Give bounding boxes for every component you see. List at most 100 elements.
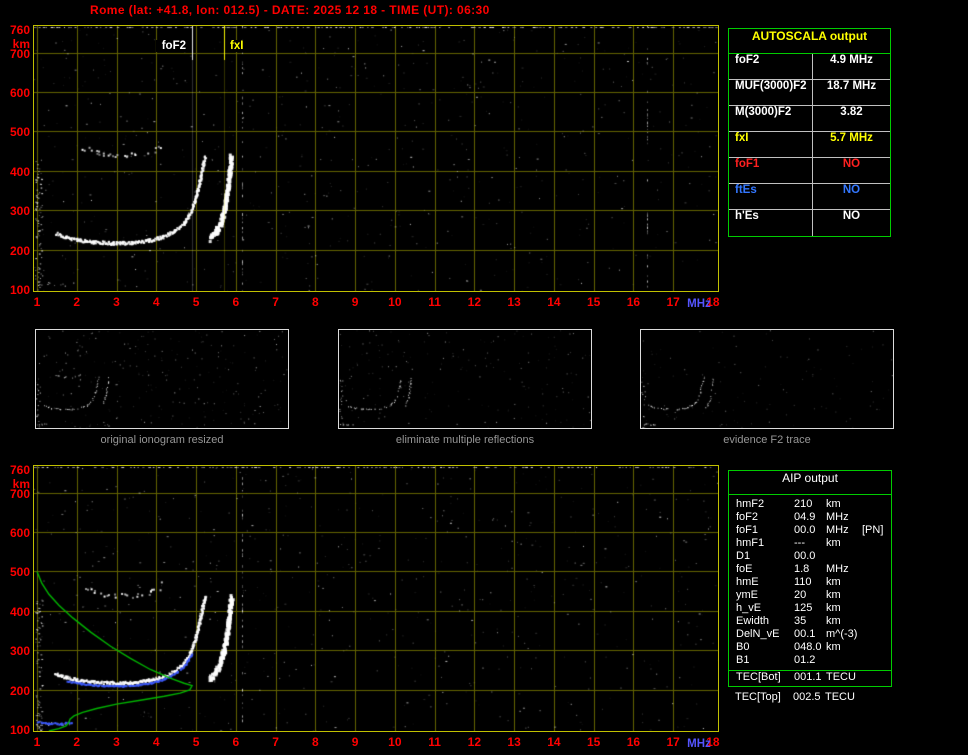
- aip-param-value: 1.8: [794, 563, 810, 575]
- aip-param-unit: km: [826, 589, 841, 601]
- x-axis-tick-top: 10: [388, 295, 402, 309]
- station-date-title: Rome (lat: +41.8, lon: 012.5) - DATE: 20…: [90, 3, 490, 17]
- y-axis-tick-bottom: 760: [9, 463, 30, 477]
- aip-param-value: ---: [794, 537, 805, 549]
- thumbnail-caption-3: evidence F2 trace: [723, 434, 811, 446]
- aip-table-rows: hmF2 210 km foF2 04.9 MHz foF1 00.0 MHz [PN] hmF1 -…: [729, 495, 891, 670]
- aip-param-label: B1: [736, 654, 750, 666]
- aip-param-label: foF1: [736, 524, 759, 536]
- y-axis-tick-bottom: 200: [9, 683, 30, 698]
- aip-param-value: 048.0: [794, 641, 822, 653]
- x-axis-tick-bottom: 1: [33, 735, 41, 749]
- aip-param-label: foE: [736, 563, 753, 575]
- autoscala-param-label: foF2: [729, 54, 813, 79]
- x-axis-tick-bottom: 12: [467, 735, 482, 749]
- y-axis-unit-bottom: km: [12, 477, 30, 491]
- aip-row-d1: D1 00.0: [729, 550, 891, 563]
- tec-value: 002.5: [793, 691, 821, 703]
- x-axis-tick-top: 6: [232, 295, 240, 309]
- x-axis-tick-top: 13: [507, 295, 521, 309]
- aip-param-label: Ewidth: [736, 615, 770, 627]
- aip-row-ewidth: Ewidth 35 km: [729, 615, 891, 628]
- aip-row-deln-ve: DelN_vE 00.1 m^(-3): [729, 628, 891, 641]
- autoscala-param-value: NO: [842, 210, 861, 222]
- x-axis-unit-top: MHz: [687, 298, 711, 310]
- y-axis-tick-top: 500: [9, 125, 30, 140]
- tec-bottom-row: TEC[Bot] 001.1 TECU: [729, 670, 891, 686]
- y-axis-tick-top: 100: [9, 282, 30, 297]
- aip-param-value: 210: [794, 498, 813, 510]
- x-axis-unit-bottom: MHz: [687, 738, 711, 750]
- aip-param-value: 35: [794, 615, 807, 627]
- autoscala-table-title: AUTOSCALA output: [729, 29, 890, 54]
- x-axis-tick-top: 16: [626, 295, 641, 309]
- thumbnail-2: [338, 329, 592, 429]
- aip-param-label: DelN_vE: [736, 628, 780, 640]
- autoscala-param-label: fxI: [729, 132, 813, 157]
- aip-param-unit: km: [826, 537, 841, 549]
- aip-table-title: AIP output: [729, 471, 891, 495]
- thumbnail-3: [640, 329, 894, 429]
- thumbnail-canvas-2: [339, 330, 591, 428]
- x-axis-tick-bottom: 9: [351, 735, 359, 749]
- aip-param-label: h_vE: [736, 602, 762, 614]
- y-axis-unit-top: km: [12, 37, 30, 51]
- aip-output-table: AIP output hmF2 210 km foF2 04.9 MHz foF1 00.0 M…: [728, 470, 892, 687]
- aip-param-unit: km: [826, 498, 841, 510]
- thumbnail-caption-1: original ionogram resized: [100, 434, 224, 446]
- y-axis-tick-top: 400: [9, 164, 30, 179]
- x-axis-tick-top: 12: [467, 295, 482, 309]
- aip-row-hmf1: hmF1 --- km: [729, 537, 891, 550]
- y-axis-tick-top: 600: [9, 86, 30, 101]
- aip-param-value: 00.0: [794, 550, 816, 562]
- tec-value: 001.1: [794, 671, 822, 683]
- fof2-marker-label: foF2: [156, 40, 188, 52]
- x-axis-tick-bottom: 7: [272, 735, 279, 749]
- x-axis-tick-bottom: 10: [388, 735, 402, 749]
- x-axis-tick-top: 14: [547, 295, 561, 309]
- aip-param-label: hmE: [736, 576, 759, 588]
- autoscala-param-value: NO: [842, 184, 861, 196]
- x-axis-tick-bottom: 14: [547, 735, 561, 749]
- aip-param-label: hmF2: [736, 498, 765, 510]
- autoscala-param-label: foF1: [729, 158, 813, 183]
- autoscala-row-ftes: ftEs NO: [729, 184, 890, 210]
- x-axis-tick-bottom: 3: [113, 735, 120, 749]
- y-axis-tick-top: 760: [9, 23, 30, 37]
- aip-param-unit: km: [826, 615, 841, 627]
- x-axis-tick-top: 11: [428, 295, 441, 309]
- ionogram-canvas-top: [34, 26, 718, 291]
- x-axis-tick-top: 5: [192, 295, 200, 309]
- x-axis-tick-top: 4: [152, 295, 160, 309]
- autoscala-param-value: 4.9 MHz: [830, 54, 873, 66]
- aip-param-unit: m^(-3): [826, 628, 858, 640]
- thumbnail-1: [35, 329, 289, 429]
- aip-param-label: D1: [736, 550, 751, 562]
- tec-unit: TECU: [825, 691, 855, 703]
- aip-param-unit: [826, 550, 862, 563]
- aip-param-value: 00.0: [794, 524, 816, 536]
- x-axis-tick-bottom: 4: [152, 735, 160, 749]
- x-axis-tick-top: 7: [272, 295, 279, 309]
- autoscala-param-label: MUF(3000)F2: [729, 80, 813, 105]
- x-axis-tick-top: 3: [113, 295, 120, 309]
- aip-param-value: 125: [794, 602, 813, 614]
- x-axis-tick-top: 2: [73, 295, 81, 309]
- aip-row-fof1: foF1 00.0 MHz [PN]: [729, 524, 891, 537]
- fxi-marker-label: fxI: [228, 40, 246, 52]
- aip-param-value: 110: [794, 576, 812, 588]
- y-axis-tick-bottom: 500: [9, 565, 30, 580]
- x-axis-tick-top: 1: [33, 295, 41, 309]
- aip-param-unit: [826, 654, 862, 667]
- autoscala-row-muf-3000-f2: MUF(3000)F2 18.7 MHz: [729, 80, 890, 106]
- autoscala-row-fof1: foF1 NO: [729, 158, 890, 184]
- autoscala-screen: Rome (lat: +41.8, lon: 012.5) - DATE: 20…: [0, 0, 968, 755]
- tec-label: TEC[Top]: [735, 691, 781, 703]
- aip-param-unit: MHz: [826, 511, 849, 523]
- autoscala-output-table: AUTOSCALA output foF2 4.9 MHz MUF(3000)F2 1…: [728, 28, 891, 237]
- autoscala-param-label: h'Es: [729, 210, 813, 236]
- autoscala-param-label: M(3000)F2: [729, 106, 813, 131]
- aip-row-yme: ymE 20 km: [729, 589, 891, 602]
- y-axis-tick-bottom: 300: [9, 644, 30, 659]
- autoscala-table-rows: foF2 4.9 MHz MUF(3000)F2 18.7 MHz M(3000)F2 3…: [729, 54, 890, 236]
